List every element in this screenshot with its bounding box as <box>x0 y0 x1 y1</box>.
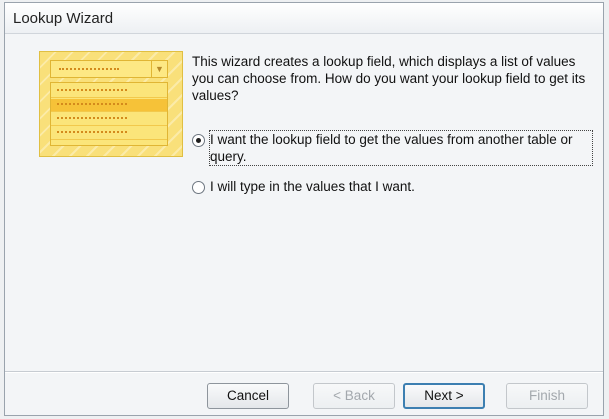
wizard-instructions: This wizard creates a lookup field, whic… <box>192 54 586 103</box>
finish-button[interactable]: Finish <box>506 383 588 409</box>
illustration-combo-box: ▼ <box>50 60 168 78</box>
lookup-wizard-dialog: Lookup Wizard ▼ This wizard creates a lo… <box>4 2 604 416</box>
radio-button[interactable] <box>192 181 205 194</box>
option-label[interactable]: I will type in the values that I want. <box>210 178 415 195</box>
window-title: Lookup Wizard <box>13 10 114 27</box>
chevron-down-icon: ▼ <box>151 61 167 77</box>
option-type-values[interactable]: I will type in the values that I want. <box>192 178 592 195</box>
footer-divider <box>5 371 603 373</box>
lookup-field-illustration: ▼ <box>39 51 183 157</box>
cancel-button[interactable]: Cancel <box>207 383 289 409</box>
title-bar[interactable]: Lookup Wizard <box>5 3 603 34</box>
radio-button-selected[interactable] <box>192 134 205 147</box>
option-label[interactable]: I want the lookup field to get the value… <box>209 130 593 166</box>
option-table-or-query[interactable]: I want the lookup field to get the value… <box>192 130 593 166</box>
next-button[interactable]: Next > <box>403 383 485 409</box>
illustration-list <box>50 82 168 146</box>
back-button[interactable]: < Back <box>313 383 395 409</box>
